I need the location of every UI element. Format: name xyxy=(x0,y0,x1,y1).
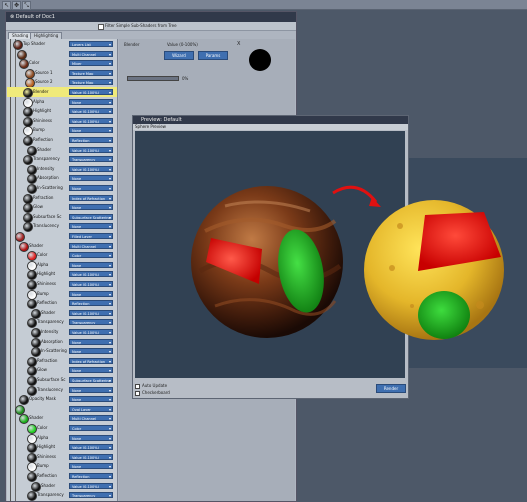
result-overlay xyxy=(332,185,504,340)
transform-arrow xyxy=(332,185,378,203)
green-decal-result xyxy=(418,291,470,339)
